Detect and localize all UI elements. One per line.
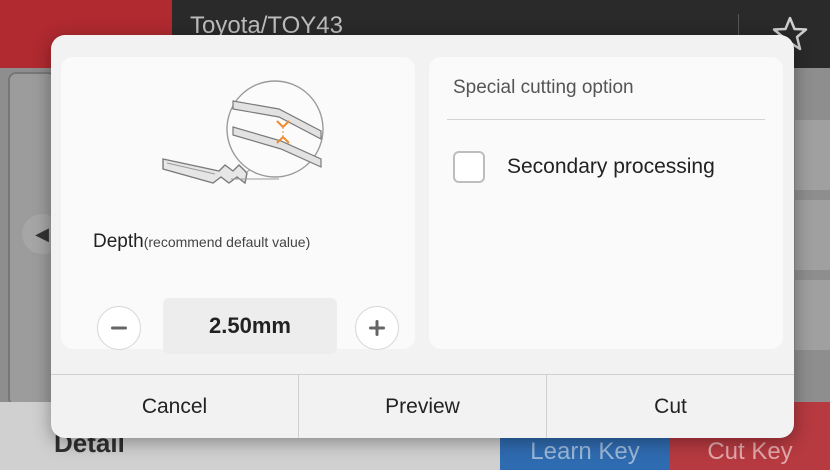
depth-label: Depth(recommend default value) [93,231,310,253]
increase-depth-button[interactable] [355,306,399,350]
special-divider [447,119,765,120]
cut-button[interactable]: Cut [547,375,794,438]
secondary-processing-checkbox[interactable] [453,151,485,183]
cut-settings-dialog: Depth(recommend default value) 2.50mm Sp… [51,35,794,438]
depth-title: Depth [93,231,144,252]
right-panel-block [795,280,830,350]
plus-icon [369,320,385,336]
special-cutting-panel: Special cutting option Secondary process… [429,57,783,349]
key-depth-illustration-icon [162,80,324,185]
depth-value: 2.50mm [163,298,337,354]
right-panel-block [795,200,830,270]
minus-icon [111,326,127,330]
dialog-button-bar: Cancel Preview Cut [51,374,794,438]
decrease-depth-button[interactable] [97,306,141,350]
special-cutting-title: Special cutting option [453,77,634,98]
secondary-processing-label[interactable]: Secondary processing [507,155,715,179]
preview-button[interactable]: Preview [299,375,547,438]
depth-hint: (recommend default value) [143,234,311,250]
depth-panel: Depth(recommend default value) 2.50mm [61,57,415,354]
right-panel-block [795,120,830,190]
cancel-button[interactable]: Cancel [51,375,299,438]
